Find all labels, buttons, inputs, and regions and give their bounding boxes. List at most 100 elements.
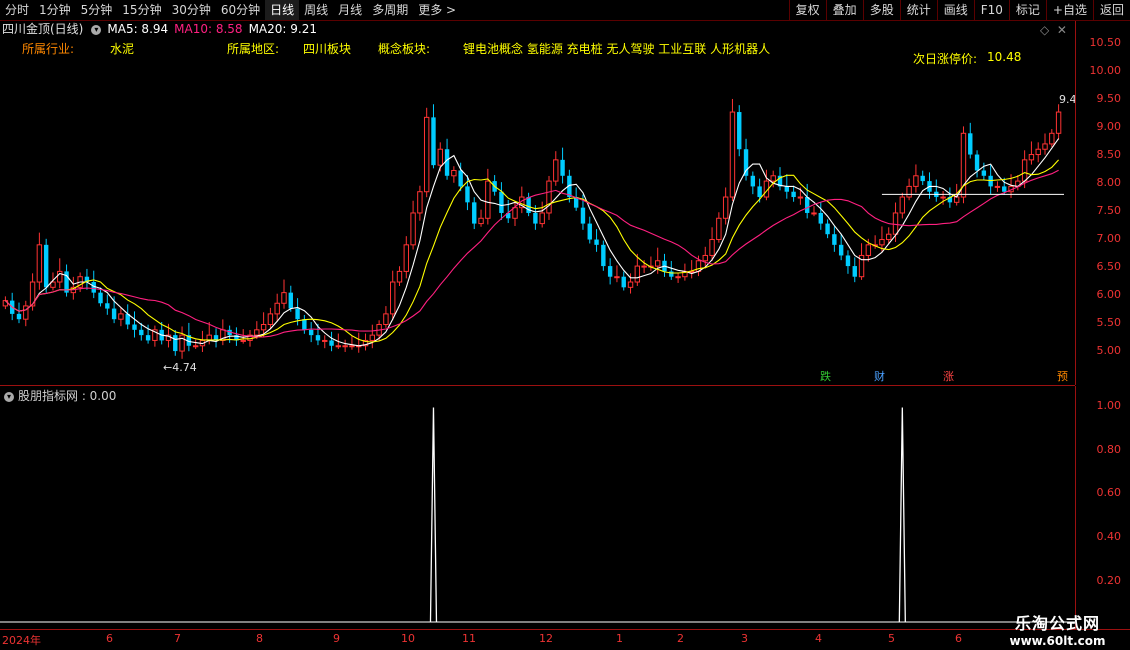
candle-body <box>451 169 457 177</box>
candle-body <box>173 335 178 352</box>
candle-body <box>281 292 287 304</box>
high-annotation: 9.4 <box>1059 93 1077 106</box>
tab-more[interactable]: 更多 > <box>413 0 461 20</box>
tab-5min[interactable]: 5分钟 <box>76 0 118 20</box>
candle-body <box>784 186 790 192</box>
candle-body <box>737 112 742 150</box>
candle-body <box>1002 186 1007 192</box>
multi-stock-button[interactable]: 多股 <box>862 0 900 20</box>
candle-body <box>968 133 973 155</box>
candle-body <box>974 154 980 171</box>
indicator-tick-label: 0.60 <box>1096 486 1122 499</box>
indicator-spike <box>898 407 906 623</box>
candle-body <box>722 196 729 219</box>
candle-body <box>485 180 491 219</box>
badge-forecast[interactable]: 预 <box>1055 370 1070 384</box>
candle-body <box>655 260 661 267</box>
candle-body <box>390 281 396 315</box>
candle-body <box>417 191 423 214</box>
candle-body <box>906 185 912 198</box>
f10-button[interactable]: F10 <box>973 0 1009 20</box>
toolbar-buttons: 复权 叠加 多股 统计 画线 F10 标记 +自选 返回 <box>788 0 1130 20</box>
candle-body <box>594 239 599 245</box>
statistics-button[interactable]: 统计 <box>899 0 937 20</box>
candle-body <box>920 175 925 182</box>
price-tick-label: 8.50 <box>1096 148 1122 161</box>
overlay-button[interactable]: 叠加 <box>825 0 863 20</box>
tab-multi-period[interactable]: 多周期 <box>367 0 413 20</box>
month-label: 7 <box>174 632 181 645</box>
badge-fall[interactable]: 跌 <box>818 370 833 384</box>
candle-body <box>899 196 906 214</box>
tab-daily[interactable]: 日线 <box>265 0 300 20</box>
month-label: 5 <box>888 632 895 645</box>
price-tick-label: 7.00 <box>1096 232 1122 245</box>
site-watermark: 乐淘公式网 www.60lt.com <box>985 610 1130 648</box>
back-button[interactable]: 返回 <box>1092 0 1130 20</box>
month-label: 2024年 <box>2 634 41 647</box>
candle-body <box>601 244 606 267</box>
badge-rise[interactable]: 涨 <box>941 370 956 384</box>
candle-body <box>98 292 103 304</box>
indicator-axis: 1.00 0.80 0.60 0.40 0.20 <box>1075 386 1130 629</box>
candle-body <box>458 170 463 187</box>
price-tick-label: 6.00 <box>1096 288 1122 301</box>
candle-body <box>478 217 484 225</box>
candle-body <box>614 276 620 279</box>
candle-body <box>295 308 300 320</box>
candle-body <box>512 207 518 219</box>
candle-body <box>335 345 342 348</box>
month-label: 10 <box>401 632 415 645</box>
draw-line-button[interactable]: 画线 <box>936 0 974 20</box>
adjust-button[interactable]: 复权 <box>788 0 826 20</box>
add-watchlist-button[interactable]: +自选 <box>1045 0 1093 20</box>
tab-60min[interactable]: 60分钟 <box>216 0 265 20</box>
candle-body <box>369 334 376 341</box>
tab-15min[interactable]: 15分钟 <box>117 0 166 20</box>
candle-body <box>179 334 185 352</box>
indicator-chart[interactable] <box>0 386 1075 629</box>
candle-body <box>437 148 443 166</box>
candle-body <box>913 175 919 187</box>
candle-body <box>111 308 117 320</box>
candle-body <box>580 207 586 224</box>
candle-body <box>702 254 708 262</box>
candle-body <box>342 345 348 348</box>
candle-body <box>818 212 823 224</box>
tab-1min[interactable]: 1分钟 <box>34 0 76 20</box>
price-tick-label: 5.00 <box>1096 344 1122 357</box>
candlestick-chart[interactable] <box>0 21 1075 385</box>
badge-finance[interactable]: 财 <box>872 370 887 384</box>
month-label: 2 <box>677 632 684 645</box>
tab-30min[interactable]: 30分钟 <box>167 0 216 20</box>
candle-body <box>267 313 274 326</box>
candle-body <box>621 276 626 288</box>
candle-body <box>465 186 470 203</box>
month-label: 6 <box>955 632 962 645</box>
candle-body <box>118 313 124 320</box>
price-tick-label: 7.50 <box>1096 204 1122 217</box>
tab-monthly[interactable]: 月线 <box>333 0 367 20</box>
low-annotation: ←4.74 <box>163 361 197 374</box>
candle-body <box>349 345 355 348</box>
candle-body <box>587 223 592 240</box>
price-tick-label: 10.00 <box>1089 64 1122 77</box>
candle-body <box>669 271 674 277</box>
candle-body <box>641 265 647 268</box>
month-label: 9 <box>333 632 340 645</box>
candle-body <box>675 276 681 279</box>
candle-body <box>308 329 314 336</box>
watermark-title: 乐淘公式网 <box>1014 614 1100 633</box>
period-toolbar: 分时 1分钟 5分钟 15分钟 30分钟 60分钟 日线 周线 月线 多周期 更… <box>0 0 1130 21</box>
candle-body <box>750 175 756 187</box>
candle-body <box>322 339 328 342</box>
month-label: 8 <box>256 632 263 645</box>
candle-body <box>838 244 844 256</box>
candle-body <box>23 305 29 320</box>
tab-intraday[interactable]: 分时 <box>0 0 34 20</box>
mark-button[interactable]: 标记 <box>1008 0 1046 20</box>
ma10-line <box>5 159 1060 343</box>
month-label: 12 <box>539 632 553 645</box>
tab-weekly[interactable]: 周线 <box>299 0 333 20</box>
candle-body <box>709 239 715 256</box>
